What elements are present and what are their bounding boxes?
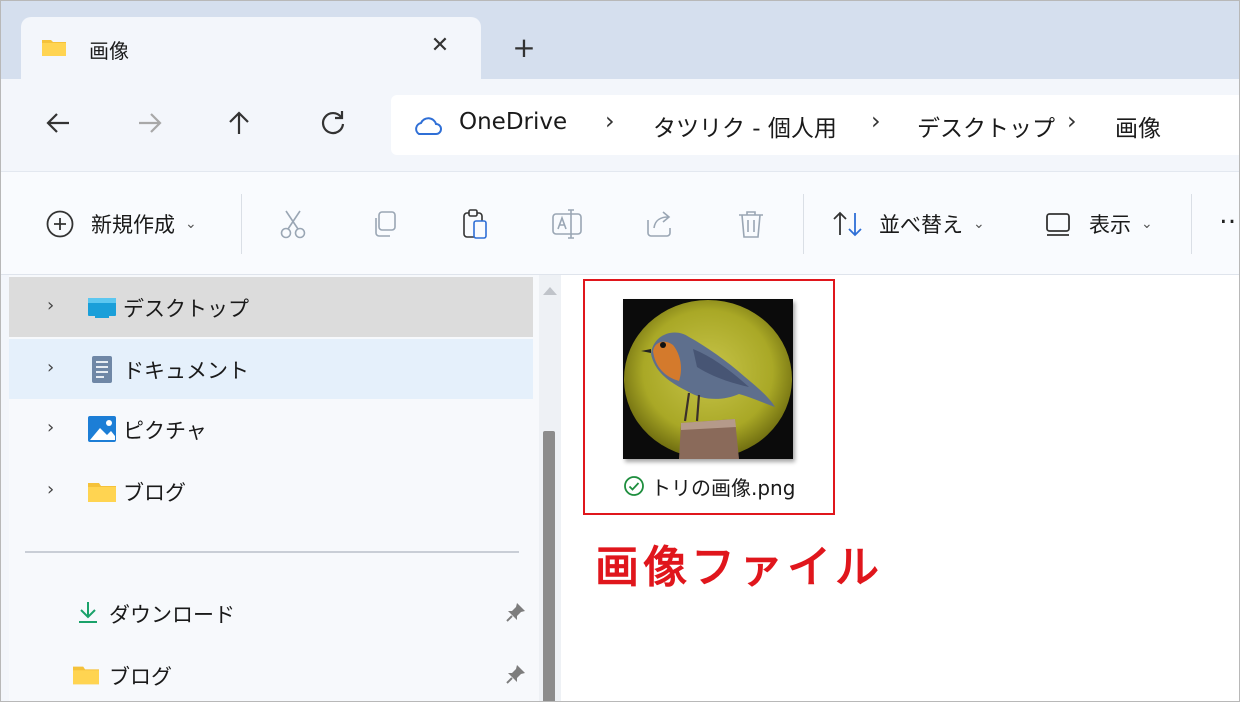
view-icon: [1046, 213, 1070, 236]
forward-button[interactable]: [129, 103, 169, 143]
address-bar[interactable]: OneDrive › タツリク - 個人用 › デスクトップ › 画像: [391, 95, 1239, 155]
document-icon: [92, 356, 112, 383]
back-arrow-icon: [46, 113, 69, 133]
new-tab-button[interactable]: +: [507, 31, 541, 65]
view-button-label: 表示: [1089, 213, 1131, 237]
annotation-label: 画像ファイル: [595, 542, 883, 593]
folder-icon: [73, 666, 99, 685]
sidebar-divider: [25, 551, 519, 553]
cloud-icon: [415, 117, 442, 135]
add-circle-icon: [46, 210, 74, 238]
view-button[interactable]: 表示 ⌄: [1043, 206, 1153, 242]
tab-title: 画像: [89, 39, 129, 63]
refresh-button[interactable]: [313, 103, 353, 143]
share-icon[interactable]: [641, 206, 677, 242]
sidebar-item-label: ピクチャ: [123, 419, 207, 443]
breadcrumb-separator: ›: [871, 107, 881, 135]
more-options-icon[interactable]: …: [1219, 200, 1239, 230]
toolbar-divider: [241, 194, 242, 254]
folder-icon: [88, 483, 116, 502]
tab-images[interactable]: 画像 ✕: [21, 17, 481, 79]
breadcrumb-separator: ›: [605, 107, 615, 135]
pin-icon[interactable]: [505, 663, 527, 685]
back-button[interactable]: [39, 103, 79, 143]
chevron-down-icon: ⌄: [1141, 216, 1153, 232]
download-icon: [79, 602, 97, 623]
tab-bar: 画像 ✕ +: [1, 1, 1239, 79]
breadcrumb-personal[interactable]: タツリク - 個人用: [653, 109, 837, 143]
sidebar-item-label: デスクトップ: [123, 297, 249, 321]
expand-chevron-icon[interactable]: ›: [47, 295, 54, 316]
rename-icon[interactable]: [549, 206, 585, 242]
pictures-icon: [88, 416, 116, 442]
breadcrumb-images[interactable]: 画像: [1115, 109, 1161, 143]
quick-access-label: ダウンロード: [109, 603, 235, 627]
new-button-label: 新規作成: [91, 213, 175, 237]
sort-icon: [833, 211, 862, 237]
synced-check-icon: [624, 476, 644, 496]
sidebar-item-blog[interactable]: › ブログ: [9, 461, 533, 521]
sort-button[interactable]: 並べ替え ⌄: [831, 206, 985, 242]
delete-icon[interactable]: [733, 206, 769, 242]
close-tab-icon[interactable]: ✕: [423, 29, 457, 63]
chevron-down-icon: ⌄: [185, 216, 197, 232]
sidebar-item-desktop[interactable]: › デスクトップ: [9, 277, 533, 337]
command-bar: 新規作成 ⌄ 並べ替え ⌄ 表示 ⌄: [1, 171, 1239, 275]
breadcrumb-separator: ›: [1067, 107, 1077, 135]
bird-photo-thumbnail: [623, 299, 793, 459]
breadcrumb-desktop[interactable]: デスクトップ: [917, 109, 1055, 143]
toolbar-divider: [803, 194, 804, 254]
sidebar-item-pictures[interactable]: › ピクチャ: [9, 399, 533, 459]
pin-icon[interactable]: [505, 601, 527, 623]
sidebar-scrollbar[interactable]: [539, 275, 561, 701]
cut-icon[interactable]: [275, 206, 311, 242]
expand-chevron-icon[interactable]: ›: [47, 357, 54, 378]
sort-button-label: 並べ替え: [879, 213, 963, 237]
copy-icon[interactable]: [367, 206, 403, 242]
toolbar-divider: [1191, 194, 1192, 254]
scrollbar-thumb[interactable]: [543, 431, 555, 701]
file-explorer-window: 画像 ✕ + OneDrive › タツリク - 個人用 › デスクトップ ›: [0, 0, 1240, 702]
file-list-area: トリの画像.png 画像ファイル: [561, 275, 1239, 701]
quick-access-label: ブログ: [109, 665, 172, 689]
forward-arrow-icon: [139, 113, 162, 133]
sidebar-item-documents[interactable]: › ドキュメント: [9, 339, 533, 399]
quick-access-blog[interactable]: ブログ: [9, 647, 533, 701]
up-button[interactable]: [219, 103, 259, 143]
navigation-pane: › デスクトップ › ドキュメント › ピクチャ › ブログ ダウンロード ブロ…: [9, 275, 539, 701]
navigation-bar: OneDrive › タツリク - 個人用 › デスクトップ › 画像: [1, 79, 1239, 171]
folder-icon: [42, 40, 66, 56]
chevron-down-icon: ⌄: [973, 216, 985, 232]
file-name-row: トリの画像.png: [623, 471, 795, 501]
expand-chevron-icon[interactable]: ›: [47, 479, 54, 500]
sidebar-item-label: ブログ: [123, 481, 186, 505]
new-button[interactable]: 新規作成 ⌄: [45, 206, 197, 242]
up-arrow-icon: [229, 111, 249, 134]
sidebar-item-label: ドキュメント: [123, 359, 249, 383]
paste-icon[interactable]: [457, 206, 493, 242]
breadcrumb-onedrive[interactable]: OneDrive: [459, 109, 567, 135]
image-thumbnail: [623, 299, 793, 459]
refresh-icon: [321, 111, 345, 135]
file-item-bird-image[interactable]: トリの画像.png: [583, 279, 835, 515]
expand-chevron-icon[interactable]: ›: [47, 417, 54, 438]
quick-access-downloads[interactable]: ダウンロード: [9, 585, 533, 641]
desktop-icon: [88, 298, 116, 318]
file-name: トリの画像.png: [651, 475, 796, 500]
scroll-up-arrow-icon[interactable]: [543, 287, 557, 295]
